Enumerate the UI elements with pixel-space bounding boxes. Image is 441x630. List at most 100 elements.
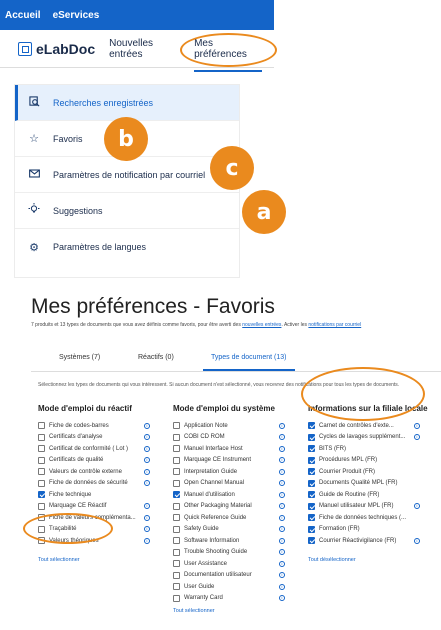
deselect-all-link[interactable]: Tout désélectionner [308,557,432,563]
info-icon[interactable]: i [144,514,150,521]
info-icon[interactable]: i [414,537,420,544]
info-icon[interactable]: i [414,422,420,429]
info-icon[interactable]: i [144,468,150,475]
info-icon[interactable]: i [279,595,285,602]
checkbox[interactable] [173,560,180,568]
checkbox[interactable] [173,502,180,510]
tab-types-de-document[interactable]: Types de document (13) [203,354,294,371]
info-icon[interactable]: i [279,457,285,464]
checkbox-checked[interactable] [308,433,315,441]
checkbox[interactable] [173,456,180,464]
info-icon[interactable]: i [279,537,285,544]
info-icon[interactable]: i [279,445,285,452]
menu-item-language-settings[interactable]: ⚙ Paramètres de langues [15,229,239,265]
info-icon[interactable]: i [144,457,150,464]
checkbox[interactable] [173,422,180,430]
checkbox[interactable] [38,502,45,510]
info-icon[interactable]: i [144,445,150,452]
checkbox[interactable] [173,433,180,441]
checkbox-item[interactable]: Fiche de données de sécurité i [38,478,156,490]
checkbox-item[interactable]: Safety Guide i [173,524,291,536]
checkbox-item[interactable]: Procédures MPL (FR) [308,455,432,467]
checkbox[interactable] [38,433,45,441]
checkbox-item[interactable]: Other Packaging Material i [173,501,291,513]
checkbox-item[interactable]: User Guide i [173,581,291,593]
info-icon[interactable]: i [279,572,285,579]
menu-item-suggestions[interactable]: Suggestions [15,193,239,229]
checkbox[interactable] [173,537,180,545]
checkbox-checked[interactable] [308,525,315,533]
nav-link-eservices[interactable]: eServices [53,10,100,21]
checkbox-item[interactable]: Carnet de contrôles d'exte... i [308,420,432,432]
checkbox[interactable] [173,445,180,453]
checkbox[interactable] [173,468,180,476]
checkbox-item[interactable]: Application Note i [173,420,291,432]
checkbox-checked[interactable] [308,468,315,476]
info-icon[interactable]: i [144,434,150,441]
checkbox-item[interactable]: Interpretation Guide i [173,466,291,478]
info-icon[interactable]: i [144,480,150,487]
link-notifications[interactable]: notifications par courriel [308,322,361,328]
checkbox-item-manuel-utilisation[interactable]: Manuel d'utilisation i [173,489,291,501]
checkbox-item[interactable]: User Assistance i [173,558,291,570]
checkbox-item[interactable]: Manuel Interface Host i [173,443,291,455]
info-icon[interactable]: i [279,549,285,556]
info-icon[interactable]: i [279,503,285,510]
checkbox[interactable] [38,422,45,430]
checkbox-item[interactable]: Courrier Produit (FR) [308,466,432,478]
elabdoc-logo[interactable]: eLabDoc [18,41,95,57]
checkbox-item[interactable]: BITS (FR) [308,443,432,455]
menu-item-saved-searches[interactable]: Recherches enregistrées [15,85,239,121]
checkbox-item[interactable]: Marquage CE Instrument i [173,455,291,467]
info-icon[interactable]: i [144,422,150,429]
checkbox-item[interactable]: Trouble Shooting Guide i [173,547,291,559]
checkbox-checked[interactable] [308,445,315,453]
checkbox[interactable] [173,571,180,579]
checkbox-checked[interactable] [308,422,315,430]
checkbox-checked[interactable] [308,514,315,522]
tab-systemes[interactable]: Systèmes (7) [59,354,100,361]
checkbox-checked[interactable] [308,537,315,545]
checkbox-item[interactable]: Open Channel Manual i [173,478,291,490]
checkbox-checked[interactable] [308,456,315,464]
menu-item-email-notifications[interactable]: Paramètres de notification par courriel [15,157,239,193]
checkbox[interactable] [173,548,180,556]
tab-reactifs[interactable]: Réactifs (0) [138,354,174,361]
checkbox-item[interactable]: Valeurs de contrôle externe i [38,466,156,478]
checkbox-item[interactable]: Quick Reference Guide i [173,512,291,524]
checkbox[interactable] [38,468,45,476]
checkbox[interactable] [173,583,180,591]
checkbox-item[interactable]: COBI CD ROM i [173,432,291,444]
checkbox-item[interactable]: Formation (FR) [308,524,432,536]
checkbox[interactable] [173,525,180,533]
info-icon[interactable]: i [279,560,285,567]
info-icon[interactable]: i [279,514,285,521]
checkbox-item[interactable]: Documentation utilisateur i [173,570,291,582]
info-icon[interactable]: i [144,537,150,544]
checkbox-item[interactable]: Warranty Card i [173,593,291,605]
checkbox[interactable] [38,456,45,464]
info-icon[interactable]: i [279,480,285,487]
checkbox[interactable] [173,514,180,522]
checkbox[interactable] [38,445,45,453]
info-icon[interactable]: i [414,503,420,510]
checkbox-item[interactable]: Fiche de données techniques (... [308,512,432,524]
select-all-link[interactable]: Tout sélectionner [173,608,291,614]
info-icon[interactable]: i [279,491,285,498]
info-icon[interactable]: i [279,468,285,475]
checkbox-item-fiche-technique[interactable]: Fiche technique [38,489,156,501]
checkbox-checked[interactable] [308,491,315,499]
info-icon[interactable]: i [279,526,285,533]
checkbox-checked[interactable] [173,491,180,499]
checkbox-checked[interactable] [308,479,315,487]
checkbox-item[interactable]: Courrier Réactivigilance (FR) i [308,535,432,547]
checkbox-item[interactable]: Software Information i [173,535,291,547]
info-icon[interactable]: i [414,434,420,441]
checkbox-item[interactable]: Certificat de conformité ( Lot ) i [38,443,156,455]
checkbox-checked[interactable] [38,491,45,499]
checkbox-item[interactable]: Documents Qualité MPL (FR) [308,478,432,490]
checkbox[interactable] [38,479,45,487]
checkbox[interactable] [173,594,180,602]
checkbox-item[interactable]: Guide de Routine (FR) [308,489,432,501]
checkbox-item[interactable]: Cycles de lavages supplément... i [308,432,432,444]
